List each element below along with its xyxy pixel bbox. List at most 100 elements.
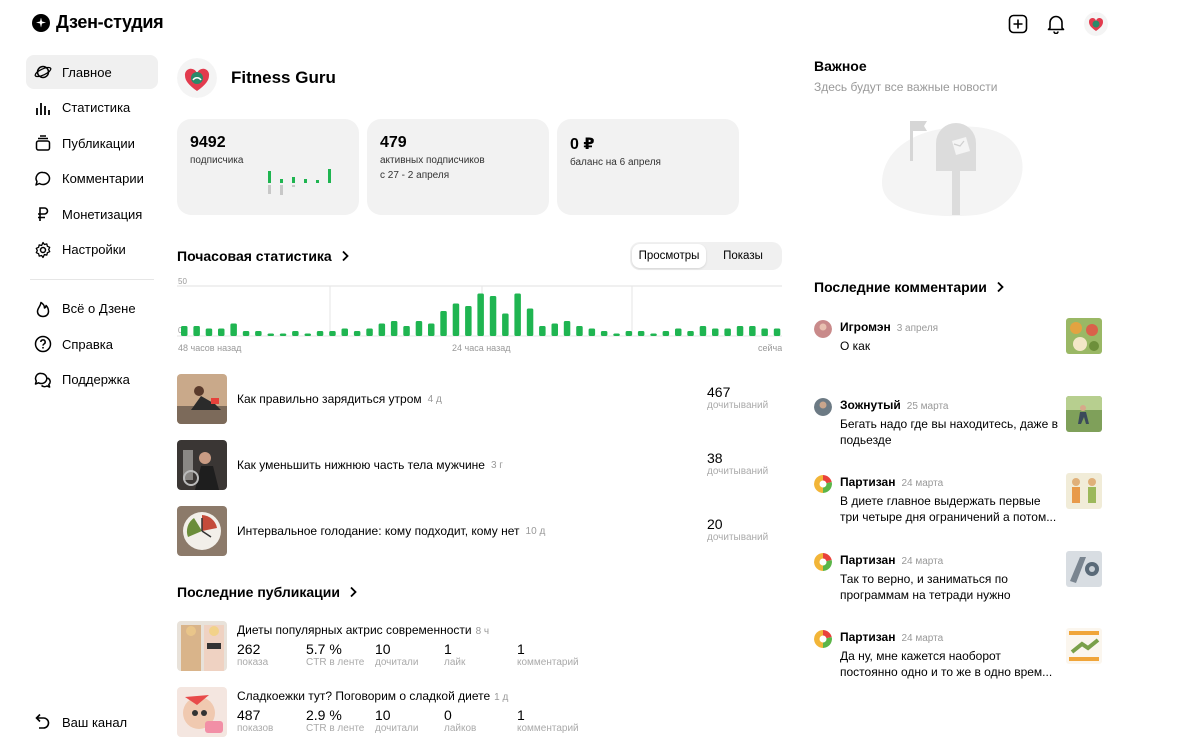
chart-bar[interactable] — [576, 326, 583, 336]
comment-item[interactable]: Игромэн 3 апреля О как — [814, 318, 1102, 396]
app-logo[interactable]: Дзен-студия — [32, 12, 164, 33]
tab-impressions[interactable]: Показы — [706, 244, 780, 268]
chart-bar[interactable] — [353, 331, 361, 336]
commenter-avatar[interactable] — [814, 397, 832, 416]
sidebar-item-monetization[interactable]: Монетизация — [26, 197, 158, 231]
comment-article-thumbnail[interactable] — [1066, 318, 1102, 354]
sidebar-item-settings[interactable]: Настройки — [26, 233, 158, 267]
chart-bar[interactable] — [304, 333, 312, 337]
publication-row[interactable]: Диеты популярных актрис современности 8 ч… — [177, 621, 782, 671]
chart-bar[interactable] — [650, 333, 657, 337]
subscribers-card[interactable]: 9492 подписчика — [177, 119, 359, 215]
comment-author[interactable]: Игромэн — [840, 320, 891, 334]
tab-views[interactable]: Просмотры — [632, 244, 706, 268]
channel-name[interactable]: Fitness Guru — [231, 68, 336, 88]
comment-item[interactable]: Партизан 24 марта Так то верно, и занимат… — [814, 550, 1102, 629]
sidebar-item-publications[interactable]: Публикации — [26, 126, 158, 160]
comment-article-thumbnail[interactable] — [1066, 395, 1102, 432]
balance-card[interactable]: 0 ₽ баланс на 6 апреля — [557, 119, 739, 215]
balance-value: 0 ₽ — [570, 136, 595, 153]
user-avatar[interactable] — [1084, 12, 1108, 36]
chart-bar[interactable] — [218, 328, 225, 337]
chart-bar[interactable] — [749, 326, 756, 336]
chart-bar[interactable] — [316, 331, 324, 336]
chart-bar[interactable] — [242, 331, 250, 336]
chart-bar[interactable] — [428, 323, 435, 337]
chart-bar[interactable] — [625, 331, 633, 336]
bell-icon[interactable] — [1046, 14, 1066, 34]
chart-bar[interactable] — [761, 328, 768, 337]
chart-bar[interactable] — [699, 326, 707, 336]
chart-bar[interactable] — [502, 313, 509, 337]
chart-bar[interactable] — [539, 326, 546, 336]
chart-bar[interactable] — [279, 333, 287, 337]
comment-article-thumbnail[interactable] — [1066, 628, 1102, 664]
chart-bar[interactable] — [292, 331, 299, 336]
chart-bar[interactable] — [440, 311, 447, 336]
active-subscribers-card[interactable]: 479 активных подписчиков с 27 - 2 апреля — [367, 119, 549, 215]
sidebar-item-comments[interactable]: Комментарии — [26, 162, 158, 196]
comment-item[interactable]: Партизан 24 марта В диете главное выдержа… — [814, 473, 1102, 551]
chart-bar[interactable] — [662, 331, 670, 336]
comment-article-thumbnail[interactable] — [1066, 473, 1102, 509]
recent-publications-title[interactable]: Последние публикации — [177, 584, 358, 600]
chart-bar[interactable] — [193, 326, 200, 336]
your-channel-link[interactable]: Ваш канал — [34, 712, 127, 733]
chart-bar[interactable] — [637, 331, 645, 336]
chart-bar[interactable] — [366, 328, 373, 337]
chart-bar[interactable] — [687, 331, 694, 336]
chart-bar[interactable] — [551, 323, 559, 337]
sidebar-item-about-zen[interactable]: Всё о Дзене — [26, 292, 158, 326]
top-actions — [1008, 12, 1108, 36]
hourly-stats-title[interactable]: Почасовая статистика — [177, 248, 350, 264]
chart-bar[interactable] — [773, 328, 781, 337]
commenter-avatar[interactable] — [814, 475, 832, 493]
chart-bar[interactable] — [675, 328, 682, 337]
comment-article-thumbnail[interactable] — [1066, 550, 1102, 587]
chart-bar[interactable] — [465, 306, 472, 336]
chart-bar[interactable] — [588, 328, 596, 337]
recent-comments-title[interactable]: Последние комментарии — [814, 279, 1005, 295]
chart-bar[interactable] — [415, 321, 423, 336]
commenter-avatar[interactable] — [814, 320, 832, 338]
sidebar-item-support[interactable]: Поддержка — [26, 363, 158, 397]
publication-row[interactable]: Сладкоежки тут? Поговорим о сладкой диет… — [177, 687, 782, 737]
article-row[interactable]: Интервальное голодание: кому подходит, к… — [177, 506, 782, 556]
comment-item[interactable]: Зожнутый 25 марта Бегать надо где вы нахо… — [814, 395, 1102, 474]
commenter-avatar[interactable] — [814, 552, 832, 571]
add-publication-icon[interactable] — [1008, 14, 1028, 34]
chart-bar[interactable] — [329, 331, 336, 336]
chart-bar[interactable] — [514, 293, 521, 337]
chart-bar[interactable] — [489, 296, 497, 336]
chart-bar[interactable] — [181, 326, 188, 336]
sidebar-item-help[interactable]: Справка — [26, 327, 158, 361]
commenter-avatar[interactable] — [814, 630, 832, 648]
chart-bar[interactable] — [390, 321, 398, 336]
chart-bar[interactable] — [600, 331, 608, 336]
chart-bar[interactable] — [205, 328, 213, 337]
sidebar-item-statistics[interactable]: Статистика — [26, 91, 158, 125]
chart-bar[interactable] — [403, 326, 410, 336]
chart-bar[interactable] — [255, 331, 262, 336]
chart-bar[interactable] — [724, 328, 731, 337]
chart-bar[interactable] — [452, 303, 460, 337]
chart-bar[interactable] — [736, 326, 744, 336]
channel-avatar[interactable] — [177, 58, 217, 98]
comment-item[interactable]: Партизан 24 марта Да ну, мне кажется наоб… — [814, 628, 1102, 706]
comment-author[interactable]: Зожнутый — [840, 398, 901, 412]
comment-author[interactable]: Партизан — [840, 475, 895, 489]
article-row[interactable]: Как уменьшить нижнюю часть тела мужчине … — [177, 440, 782, 490]
chart-bar[interactable] — [378, 323, 386, 337]
comment-author[interactable]: Партизан — [840, 553, 895, 567]
chart-bar[interactable] — [477, 293, 484, 337]
chart-bar[interactable] — [267, 333, 275, 337]
comment-author[interactable]: Партизан — [840, 630, 895, 644]
chart-bar[interactable] — [230, 323, 237, 337]
chart-bar[interactable] — [526, 308, 534, 337]
chart-bar[interactable] — [613, 333, 620, 337]
sidebar-item-main[interactable]: Главное — [26, 55, 158, 89]
chart-bar[interactable] — [712, 328, 719, 337]
chart-bar[interactable] — [563, 321, 571, 336]
article-row[interactable]: Как правильно зарядиться утром 4 д 467 д… — [177, 374, 782, 424]
chart-bar[interactable] — [341, 328, 349, 337]
